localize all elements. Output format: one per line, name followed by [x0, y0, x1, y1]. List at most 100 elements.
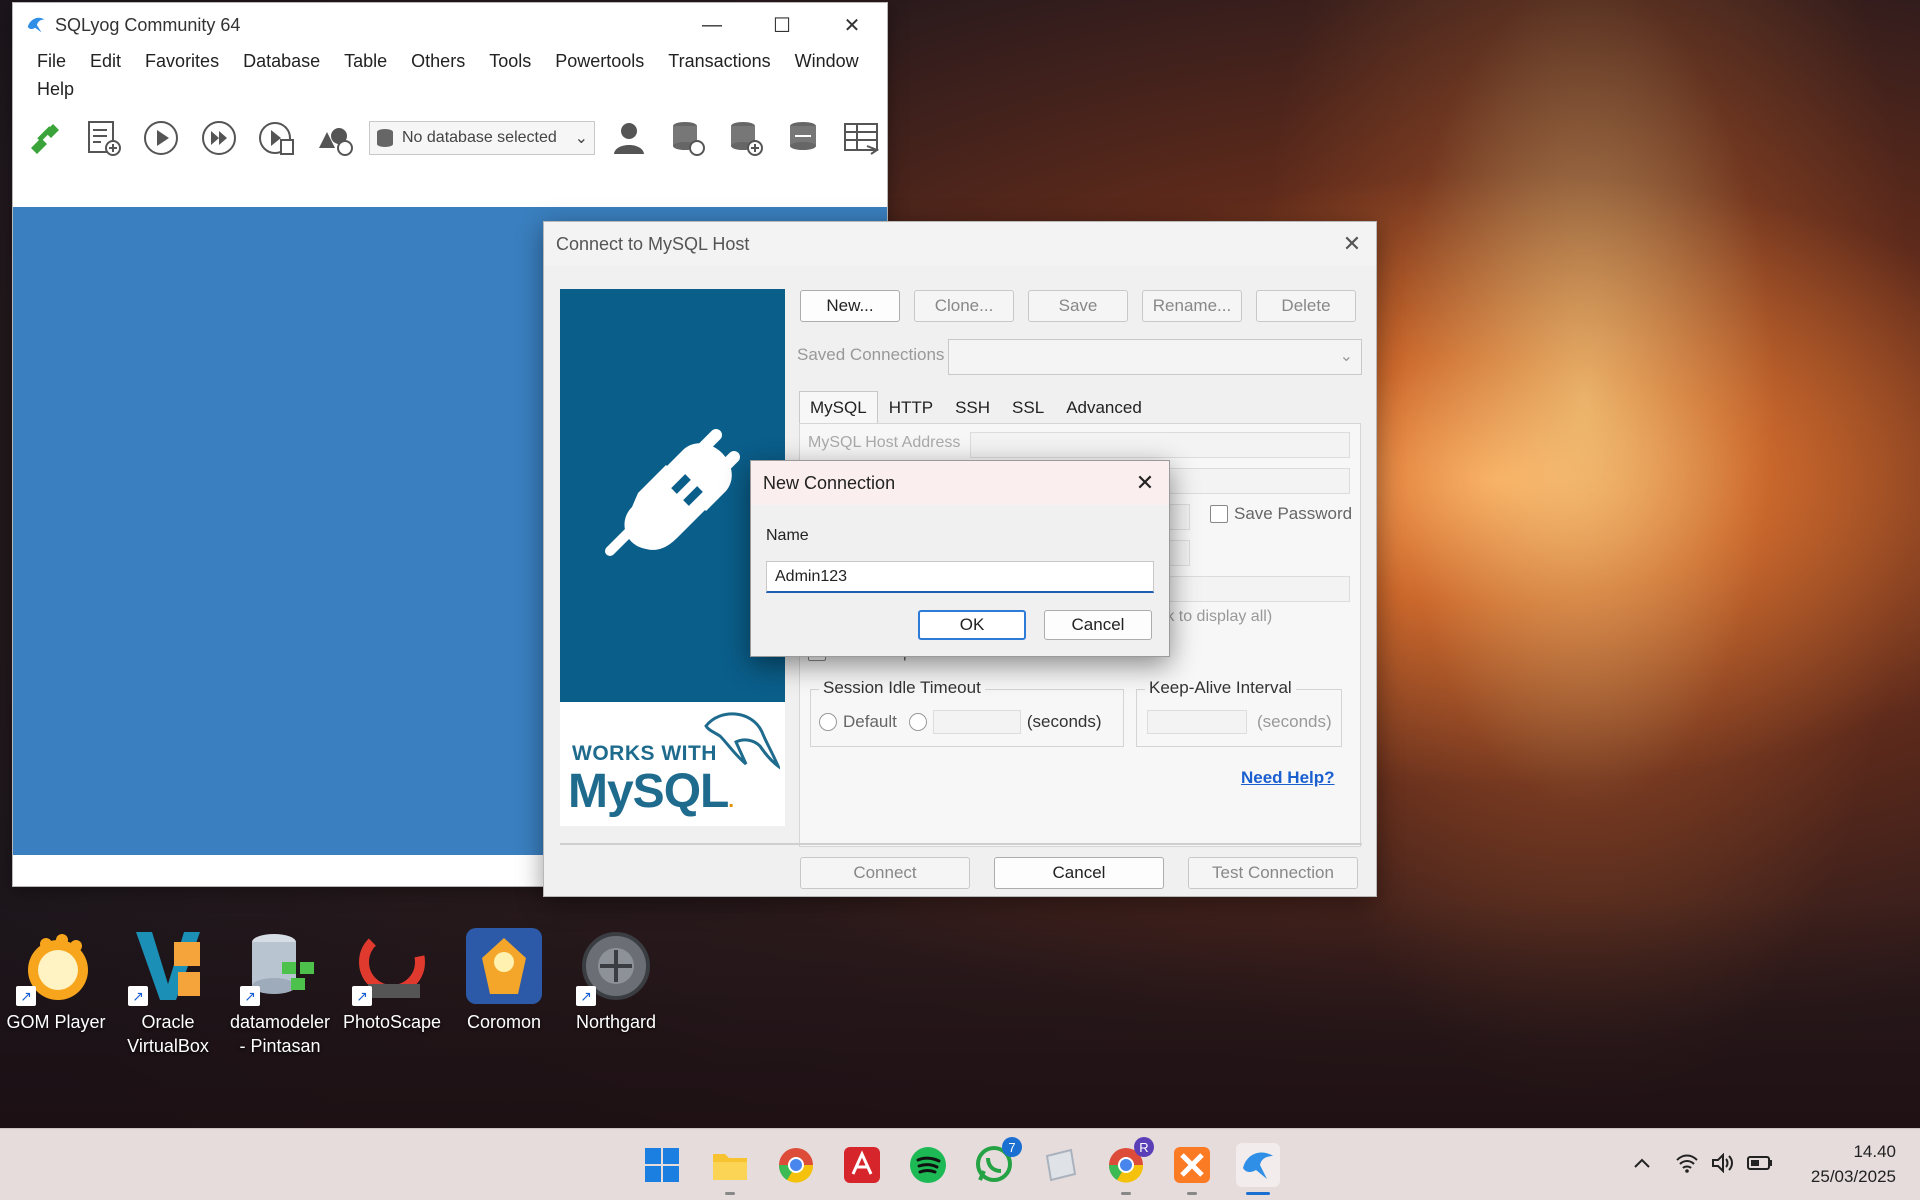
- custom-radio[interactable]: [908, 713, 927, 731]
- taskbar-clock[interactable]: 14.40 25/03/2025: [1811, 1139, 1896, 1189]
- popup-cancel-button[interactable]: Cancel: [1044, 610, 1152, 640]
- menu-edit[interactable]: Edit: [78, 47, 133, 75]
- desktop-icon-datamodeler[interactable]: ↗ datamodeler - Pintasan: [224, 928, 336, 1058]
- desktop-icon-label: PhotoScape: [342, 1012, 442, 1032]
- save-password-box[interactable]: [1210, 505, 1228, 523]
- taskbar-chrome[interactable]: [774, 1143, 818, 1187]
- saved-connections-label: Saved Connections: [797, 345, 945, 364]
- maximize-button[interactable]: ☐: [747, 3, 817, 47]
- connect-dialog-close-icon[interactable]: ✕: [1328, 222, 1376, 266]
- menu-bar: File Edit Favorites Database Table Other…: [13, 47, 873, 103]
- delete-button[interactable]: Delete: [1256, 290, 1356, 322]
- spotify-icon: [910, 1147, 946, 1183]
- menu-transactions[interactable]: Transactions: [656, 47, 782, 75]
- schema-designer-icon[interactable]: [311, 114, 359, 162]
- shortcut-arrow-icon: ↗: [16, 986, 36, 1006]
- taskbar-file-explorer[interactable]: [708, 1143, 752, 1195]
- tab-http[interactable]: HTTP: [878, 391, 944, 425]
- host-address-input[interactable]: [970, 432, 1350, 458]
- save-password-label: Save Password: [1234, 504, 1353, 523]
- test-connection-button[interactable]: Test Connection: [1188, 857, 1358, 889]
- taskbar-sqlyog[interactable]: [1236, 1143, 1280, 1195]
- restore-database-icon[interactable]: [721, 114, 769, 162]
- save-password-checkbox[interactable]: Save Password: [1210, 504, 1352, 524]
- execute-query-icon[interactable]: [137, 114, 185, 162]
- taskbar-xampp[interactable]: [1170, 1143, 1214, 1195]
- desktop-icon-virtualbox[interactable]: ↗ Oracle VirtualBox: [112, 928, 224, 1058]
- desktop-icon-gom-player[interactable]: ↗ GOM Player: [0, 928, 112, 1034]
- tab-ssh[interactable]: SSH: [944, 391, 1001, 425]
- taskbar-acrobat[interactable]: [840, 1143, 884, 1187]
- host-address-label: MySQL Host Address: [808, 434, 961, 451]
- tab-mysql[interactable]: MySQL: [799, 391, 878, 425]
- desktop-icon-label: - Pintasan: [239, 1036, 321, 1056]
- taskbar-spotify[interactable]: [906, 1143, 950, 1187]
- taskbar-chrome-profile[interactable]: R: [1104, 1137, 1154, 1195]
- start-button[interactable]: [640, 1143, 684, 1187]
- sticky-notes-icon: [1045, 1148, 1077, 1182]
- need-help-link[interactable]: Need Help?: [1241, 768, 1335, 788]
- new-connection-icon[interactable]: [21, 114, 69, 162]
- session-idle-input[interactable]: [932, 710, 1021, 734]
- session-idle-legend: Session Idle Timeout: [819, 678, 985, 698]
- backup-database-icon[interactable]: [663, 114, 711, 162]
- shortcut-arrow-icon: ↗: [128, 986, 148, 1006]
- database-selector[interactable]: No database selected ⌄: [369, 121, 595, 155]
- volume-icon[interactable]: [1710, 1151, 1736, 1175]
- window-controls: — ☐ ✕: [677, 3, 887, 47]
- close-button[interactable]: ✕: [817, 3, 887, 47]
- default-radio[interactable]: [819, 713, 837, 731]
- table-data-icon[interactable]: [837, 114, 885, 162]
- menu-table[interactable]: Table: [332, 47, 399, 75]
- connect-button[interactable]: Connect: [800, 857, 970, 889]
- desktop-icon-photoscape[interactable]: ↗ PhotoScape: [336, 928, 448, 1034]
- datamodeler-icon: ↗: [240, 928, 318, 1006]
- battery-icon[interactable]: [1746, 1151, 1774, 1175]
- new-button[interactable]: New...: [800, 290, 900, 322]
- execute-edit-icon[interactable]: [253, 114, 301, 162]
- menu-window[interactable]: Window: [783, 47, 871, 75]
- desktop-icon-northgard[interactable]: ↗ Northgard: [560, 928, 672, 1034]
- new-connection-close-icon[interactable]: ✕: [1121, 461, 1169, 505]
- minimize-button[interactable]: —: [677, 3, 747, 47]
- connection-name-input[interactable]: [766, 561, 1154, 593]
- menu-file[interactable]: File: [25, 47, 78, 75]
- menu-help[interactable]: Help: [25, 75, 86, 103]
- desktop-icon-coromon[interactable]: Coromon: [448, 928, 560, 1034]
- desktop-icon-label: Oracle: [141, 1012, 195, 1032]
- cancel-button[interactable]: Cancel: [994, 857, 1164, 889]
- tab-ssl[interactable]: SSL: [1001, 391, 1055, 425]
- dialog-footer: Connect Cancel Test Connection: [800, 857, 1358, 889]
- save-button[interactable]: Save: [1028, 290, 1128, 322]
- running-indicator: [725, 1192, 735, 1195]
- execute-all-icon[interactable]: [195, 114, 243, 162]
- works-with-mysql-logo: WORKS WITH MySQL.: [560, 702, 785, 826]
- clock-date: 25/03/2025: [1810, 1167, 1896, 1186]
- clone-button[interactable]: Clone...: [914, 290, 1014, 322]
- tab-advanced[interactable]: Advanced: [1055, 391, 1153, 425]
- database-sync-icon[interactable]: [779, 114, 827, 162]
- chevron-down-icon: ⌄: [574, 130, 588, 147]
- sqlyog-dolphin-icon: [27, 17, 45, 33]
- menu-database[interactable]: Database: [231, 47, 332, 75]
- user-manager-icon[interactable]: [605, 114, 653, 162]
- northgard-icon: ↗: [576, 928, 654, 1006]
- desktop-icon-label: Northgard: [575, 1012, 657, 1032]
- menu-powertools[interactable]: Powertools: [543, 47, 656, 75]
- keep-alive-seconds: (seconds): [1257, 712, 1332, 731]
- ok-button[interactable]: OK: [918, 610, 1026, 640]
- menu-favorites[interactable]: Favorites: [133, 47, 231, 75]
- keep-alive-input[interactable]: [1147, 710, 1247, 734]
- menu-tools[interactable]: Tools: [477, 47, 543, 75]
- menu-others[interactable]: Others: [399, 47, 477, 75]
- wifi-icon[interactable]: [1674, 1151, 1700, 1175]
- new-query-icon[interactable]: [79, 114, 127, 162]
- chevron-down-icon: ⌄: [1339, 348, 1353, 365]
- taskbar-notes[interactable]: [1038, 1143, 1082, 1187]
- show-hidden-icons-chevron-icon[interactable]: [1630, 1151, 1654, 1175]
- keep-alive-legend: Keep-Alive Interval: [1145, 678, 1296, 698]
- rename-button[interactable]: Rename...: [1142, 290, 1242, 322]
- saved-connections-select[interactable]: ⌄: [948, 339, 1362, 375]
- taskbar-whatsapp[interactable]: 7: [972, 1137, 1022, 1187]
- new-connection-title: New Connection: [751, 461, 1169, 505]
